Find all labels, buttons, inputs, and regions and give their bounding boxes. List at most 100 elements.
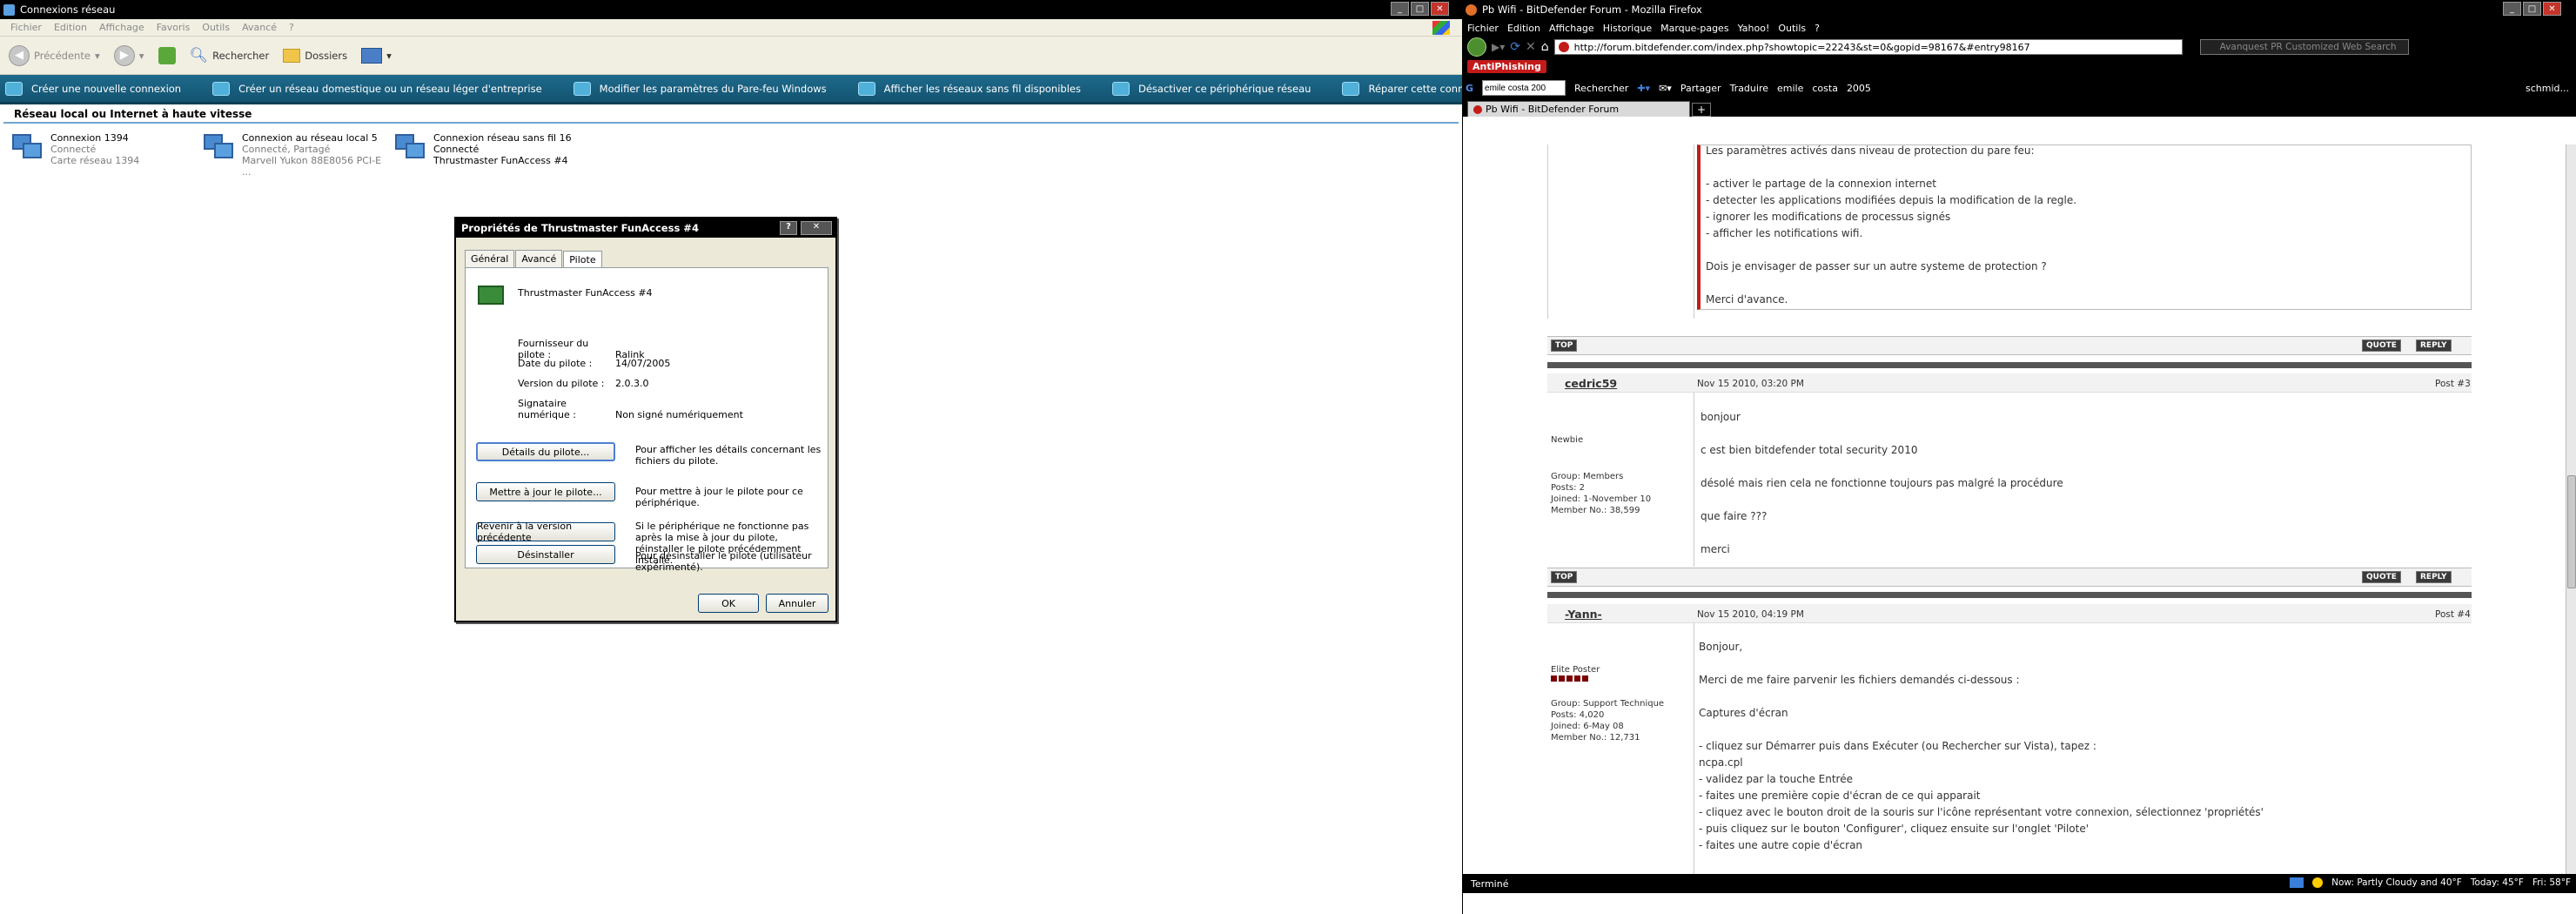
- forward-button[interactable]: ▶ ▾: [113, 44, 144, 66]
- scrollbar-thumb[interactable]: [2567, 475, 2576, 588]
- ff-menu-help[interactable]: ?: [1815, 23, 1820, 34]
- task-repair[interactable]: Réparer cette connexi...: [1342, 81, 1462, 96]
- google-user[interactable]: schmid...: [2526, 83, 2569, 94]
- network-icon[interactable]: [2290, 877, 2304, 888]
- back-button[interactable]: ◀ Précédente ▾: [9, 44, 100, 66]
- back-arrow-icon: ◀: [9, 44, 30, 66]
- user-rank: Newbie: [1551, 435, 1584, 445]
- weather-now: Now: Partly Cloudy and 40°F: [2331, 877, 2462, 888]
- page-scrollbar[interactable]: [2566, 144, 2576, 876]
- maximize-button[interactable]: □: [1411, 2, 1429, 16]
- google-plus-icon[interactable]: ✚▾: [1637, 83, 1650, 94]
- minimize-button[interactable]: _: [1391, 2, 1409, 16]
- menu-edition[interactable]: Edition: [54, 22, 87, 33]
- post-number[interactable]: Post #4: [2435, 609, 2471, 620]
- tab-general[interactable]: Général: [465, 250, 515, 268]
- translate-button[interactable]: Traduire: [1730, 83, 1768, 94]
- search-button[interactable]: 🔍︎ Rechercher: [190, 47, 270, 64]
- explorer-window: Connexions réseau _ □ ✕ Fichier Edition …: [0, 0, 1462, 914]
- ff-menu-edition[interactable]: Edition: [1507, 23, 1540, 34]
- firefox-icon: [1466, 3, 1477, 16]
- highlight-word-emile[interactable]: emile: [1777, 83, 1803, 94]
- reload-icon[interactable]: ⟳: [1510, 40, 1520, 54]
- help-icon[interactable]: ?: [780, 221, 797, 235]
- dialog-title: Propriétés de Thrustmaster FunAccess #4: [461, 222, 699, 234]
- ff-menu-fichier[interactable]: Fichier: [1467, 23, 1499, 34]
- task-wireless[interactable]: Afficher les réseaux sans fil disponible…: [857, 81, 1081, 96]
- weather-fri: Fri: 58°F: [2532, 877, 2571, 888]
- post-author[interactable]: cedric59: [1565, 377, 1617, 390]
- disable-icon: [1111, 81, 1130, 96]
- connection-item[interactable]: Connexion au réseau local 5 Connecté, Par…: [202, 132, 393, 178]
- menu-outils[interactable]: Outils: [202, 22, 230, 33]
- connection-item[interactable]: Connexion 1394 Connecté Carte réseau 1394: [10, 132, 202, 178]
- browser-tab[interactable]: Pb Wifi - BitDefender Forum: [1467, 101, 1690, 117]
- antiphishing-bar: AntiPhishing: [1462, 57, 2576, 75]
- ff-forward-button[interactable]: ▶▾: [1492, 41, 1505, 53]
- post-date: Nov 15 2010, 04:19 PM: [1697, 609, 1804, 620]
- folders-button[interactable]: Dossiers: [283, 48, 347, 63]
- ff-close-button[interactable]: ✕: [2543, 2, 2561, 16]
- menu-favoris[interactable]: Favoris: [157, 22, 191, 33]
- ff-menu-yahoo[interactable]: Yahoo!: [1738, 23, 1770, 34]
- top-button[interactable]: TOP: [1551, 339, 1578, 352]
- up-folder-icon[interactable]: [158, 46, 176, 64]
- google-search-input[interactable]: [1482, 80, 1566, 96]
- task-firewall[interactable]: Modifier les paramètres du Pare-feu Wind…: [573, 81, 827, 96]
- ff-back-button[interactable]: [1467, 37, 1486, 57]
- quote-button[interactable]: QUOTE: [2362, 571, 2401, 583]
- firefox-menubar: Fichier Edition Affichage Historique Mar…: [1462, 19, 2576, 37]
- mail-icon[interactable]: ✉▾: [1659, 83, 1672, 94]
- menu-affichage[interactable]: Affichage: [99, 22, 144, 33]
- antiphishing-button[interactable]: AntiPhishing: [1467, 59, 1546, 73]
- tab-avance[interactable]: Avancé: [515, 250, 563, 268]
- post-date: Nov 15 2010, 03:20 PM: [1697, 379, 1804, 389]
- firefox-titlebar: Pb Wifi - BitDefender Forum - Mozilla Fi…: [1462, 0, 2576, 19]
- ff-minimize-button[interactable]: _: [2503, 2, 2521, 16]
- dialog-close-button[interactable]: ✕: [801, 221, 832, 235]
- task-new-connection[interactable]: Créer une nouvelle connexion: [5, 81, 181, 96]
- quote-button[interactable]: QUOTE: [2362, 339, 2401, 352]
- driver-details-button[interactable]: Détails du pilote...: [476, 442, 615, 461]
- weather-sun-icon: [2312, 877, 2324, 888]
- task-disable-device[interactable]: Désactiver ce périphérique réseau: [1111, 81, 1311, 96]
- views-icon: [361, 47, 383, 64]
- menu-avance[interactable]: Avancé: [242, 22, 277, 33]
- post-number[interactable]: Post #3: [2435, 379, 2471, 389]
- close-button[interactable]: ✕: [1431, 2, 1449, 16]
- uninstall-driver-button[interactable]: Désinstaller: [476, 545, 615, 564]
- reply-button[interactable]: REPLY: [2416, 339, 2452, 352]
- share-button[interactable]: Partager: [1680, 83, 1721, 94]
- rollback-driver-button[interactable]: Revenir à la version précédente: [476, 521, 615, 543]
- web-search-input[interactable]: Avanquest PR Customized Web Search: [2199, 39, 2409, 55]
- top-button[interactable]: TOP: [1551, 571, 1578, 583]
- reply-button[interactable]: REPLY: [2416, 571, 2452, 583]
- ff-menu-historique[interactable]: Historique: [1603, 23, 1652, 34]
- views-button[interactable]: ▾: [361, 47, 392, 64]
- post-action-bar: [1547, 568, 2472, 587]
- url-bar[interactable]: http://forum.bitdefender.com/index.php?s…: [1553, 39, 2183, 55]
- connections-list: Connexion 1394 Connecté Carte réseau 1394 …: [0, 124, 1462, 186]
- home-icon[interactable]: ⌂: [1541, 40, 1549, 54]
- cancel-button[interactable]: Annuler: [766, 594, 828, 613]
- google-search-button[interactable]: Rechercher: [1574, 83, 1628, 94]
- stop-icon[interactable]: ✕: [1526, 40, 1536, 54]
- new-tab-button[interactable]: +: [1692, 103, 1711, 117]
- ff-menu-affichage[interactable]: Affichage: [1549, 23, 1594, 34]
- task-home-network[interactable]: Créer un réseau domestique ou un réseau …: [212, 81, 542, 96]
- ff-maximize-button[interactable]: □: [2523, 2, 2541, 16]
- highlight-word-costa[interactable]: costa: [1812, 83, 1838, 94]
- menu-fichier[interactable]: Fichier: [10, 22, 42, 33]
- menu-help[interactable]: ?: [289, 22, 294, 33]
- ff-menu-outils[interactable]: Outils: [1778, 23, 1806, 34]
- post-author[interactable]: -Yann-: [1565, 608, 1602, 621]
- connection-item[interactable]: Connexion réseau sans fil 16 Connecté Thru…: [393, 132, 585, 178]
- update-driver-button[interactable]: Mettre à jour le pilote...: [476, 482, 615, 501]
- ff-menu-marque-pages[interactable]: Marque-pages: [1660, 23, 1728, 34]
- tab-pilote[interactable]: Pilote: [563, 251, 602, 269]
- group-header: Réseau local ou Internet à haute vitesse: [3, 106, 1459, 124]
- driver-version: Version du pilote :2.0.3.0: [518, 378, 649, 389]
- highlight-word-2005[interactable]: 2005: [1847, 83, 1871, 94]
- ok-button[interactable]: OK: [698, 594, 759, 613]
- properties-dialog: Propriétés de Thrustmaster FunAccess #4 …: [454, 217, 837, 622]
